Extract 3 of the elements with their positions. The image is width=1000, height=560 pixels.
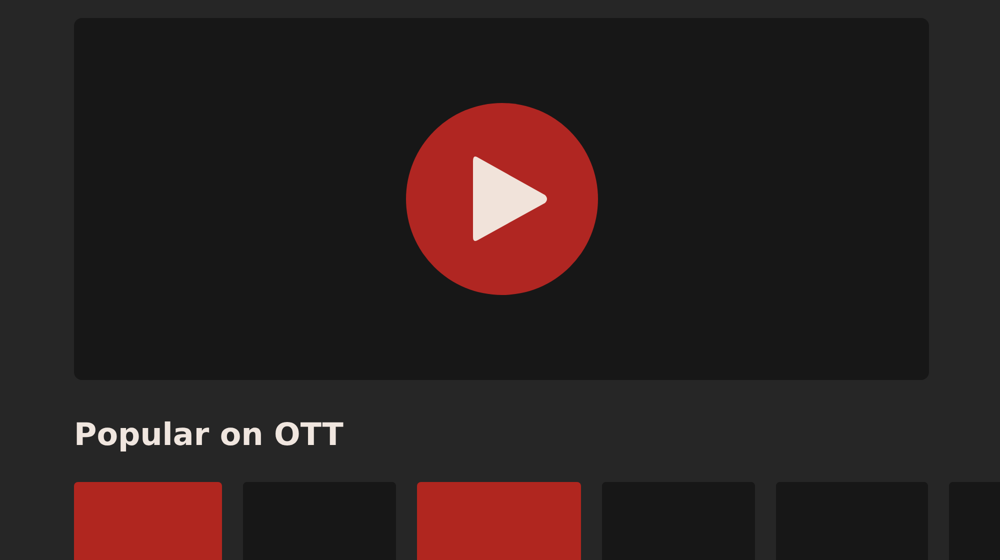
title-tile[interactable] xyxy=(417,482,581,560)
section-title: Popular on OTT xyxy=(74,416,344,455)
title-tile[interactable] xyxy=(74,482,222,560)
